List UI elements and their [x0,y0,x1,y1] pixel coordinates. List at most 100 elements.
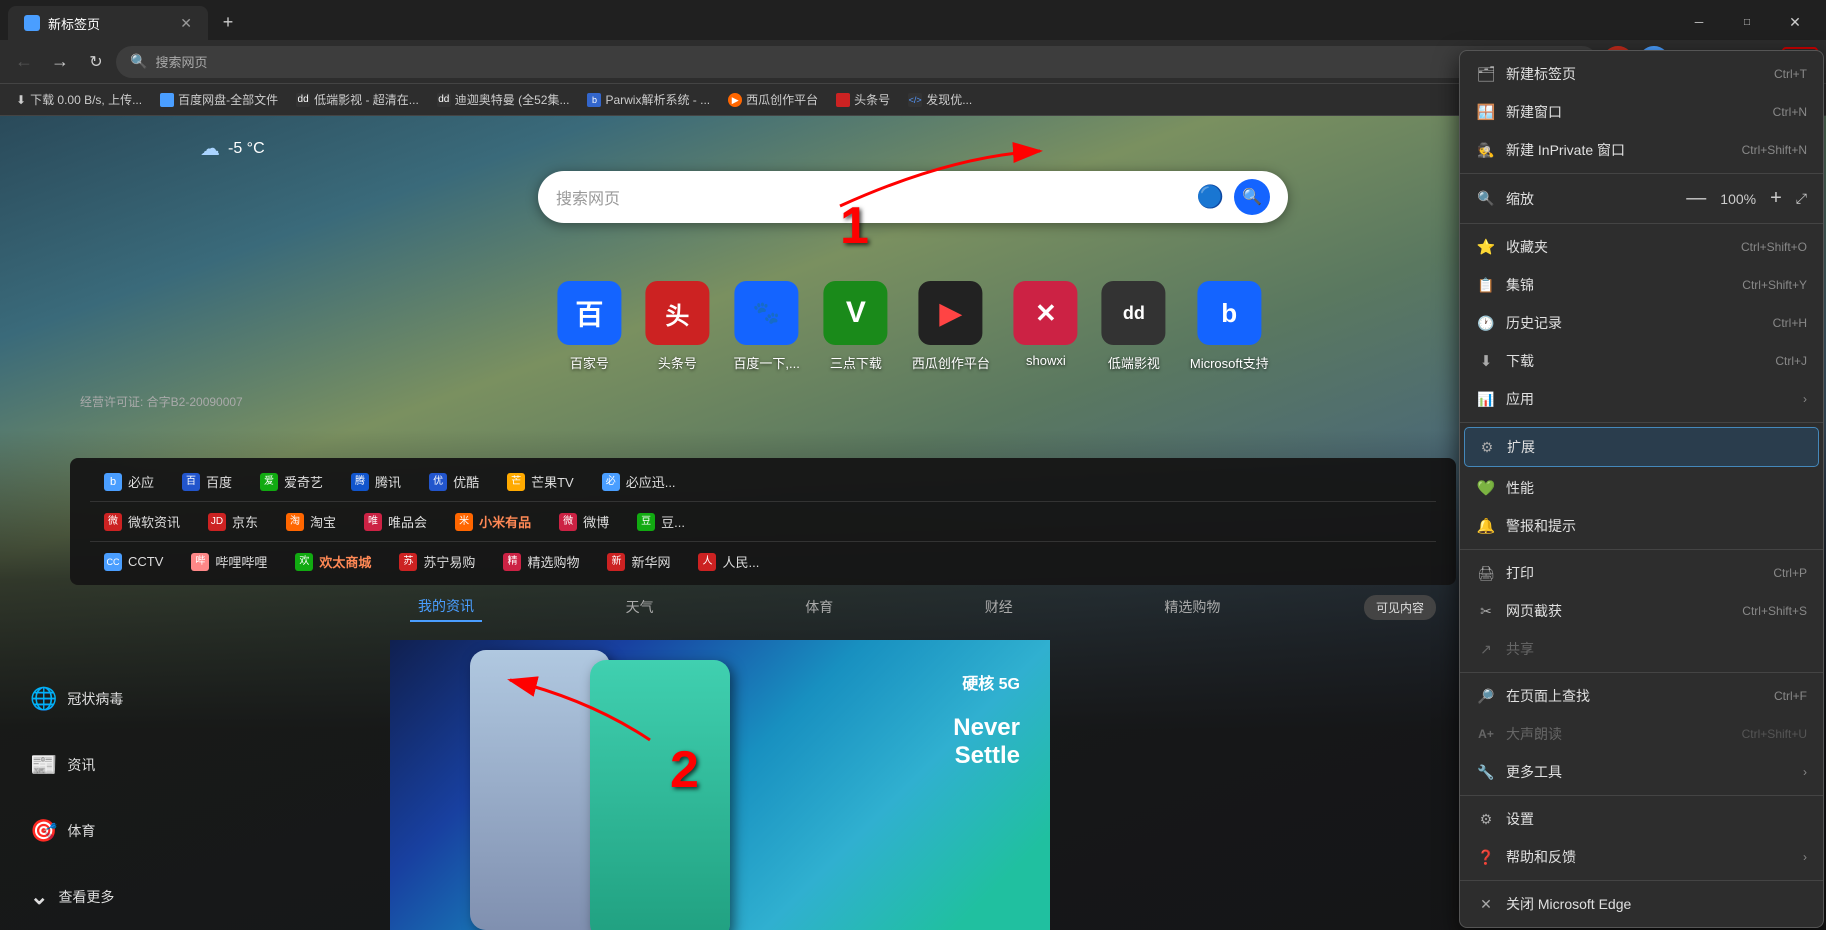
quick-link-lowend[interactable]: dd 低端影视 [1102,281,1166,372]
menu-item-performance[interactable]: 💚 性能 [1460,469,1823,507]
menu-item-newwindow[interactable]: 🪟 新建窗口 Ctrl+N [1460,93,1823,131]
link-baidu2[interactable]: 百 百度 [168,466,246,497]
tab-mynews[interactable]: 我的资讯 [410,592,482,622]
tab-weather[interactable]: 天气 [618,593,662,621]
tab-shopping[interactable]: 精选购物 [1156,593,1228,621]
menu-item-apps[interactable]: 📊 应用 › [1460,380,1823,418]
inprivate-icon: 🕵 [1476,140,1496,160]
link-huanta[interactable]: 欢 欢太商城 [281,546,385,577]
menu-item-share[interactable]: ↗ 共享 [1460,630,1823,668]
link-biyng[interactable]: b 必应 [90,466,168,497]
zoom-minus-button[interactable]: — [1682,187,1710,210]
business-license: 经营许可证: 合字B2-20090007 [80,393,243,410]
maximize-button[interactable]: □ [1724,6,1770,38]
menu-item-collections[interactable]: 📋 集锦 Ctrl+Shift+Y [1460,266,1823,304]
menu-item-downloads[interactable]: ⬇ 下载 Ctrl+J [1460,342,1823,380]
menu-item-favorites[interactable]: ⭐ 收藏夹 Ctrl+Shift+O [1460,228,1823,266]
back-button[interactable]: ← [8,46,40,78]
refresh-button[interactable]: ↻ [80,46,112,78]
divider-1 [1460,173,1823,174]
link-bilibili[interactable]: 哔 哔哩哔哩 [177,546,281,577]
menu-item-extensions[interactable]: ⚙ 扩展 [1464,427,1819,467]
fav-item-7[interactable]: </> 发现优... [900,89,980,110]
tab-sports[interactable]: 体育 [797,593,841,621]
minimize-button[interactable]: ─ [1676,6,1722,38]
menu-item-screenshot[interactable]: ✂ 网页截获 Ctrl+Shift+S [1460,592,1823,630]
quick-link-toutiaohao[interactable]: 头 头条号 [645,281,709,372]
fav-item-5[interactable]: ▶ 西瓜创作平台 [720,89,826,110]
link-suning[interactable]: 苏 苏宁易购 [385,546,489,577]
menu-item-closeedge[interactable]: ✕ 关闭 Microsoft Edge [1460,885,1823,923]
menu-item-history[interactable]: 🕐 历史记录 Ctrl+H [1460,304,1823,342]
quick-link-baidu[interactable]: 🐾 百度一下,... [733,281,799,372]
active-tab[interactable]: 新标签页 ✕ [8,6,208,40]
sidebar-coronavirus[interactable]: 🌐 冠状病毒 [30,686,160,712]
link-jingxuan[interactable]: 精 精选购物 [489,546,593,577]
tab-label: 新标签页 [48,14,100,33]
sidebar-news[interactable]: 📰 资讯 [30,752,160,778]
zoom-label: 缩放 [1506,189,1672,209]
link-xinhua[interactable]: 新 新华网 [593,546,684,577]
menu-item-findinpage[interactable]: 🔎 在页面上查找 Ctrl+F [1460,677,1823,715]
zoom-plus-button[interactable]: + [1766,187,1786,210]
menu-item-inprivate[interactable]: 🕵 新建 InPrivate 窗口 Ctrl+Shift+N [1460,131,1823,169]
address-bar[interactable]: 🔍 搜索网页 ☆ [116,46,1598,78]
menu-item-moretools[interactable]: 🔧 更多工具 › [1460,753,1823,791]
quick-link-sandian[interactable]: V 三点下载 [824,281,888,372]
visible-content-badge[interactable]: 可见内容 [1364,595,1436,620]
link-vip[interactable]: 唯 唯品会 [350,506,441,537]
jingxuan-icon: 精 [503,553,521,571]
fav-item-0[interactable]: ⬇ 下载 0.00 B/s, 上传... [8,89,150,110]
biying-icon: b [104,473,122,491]
link-mango[interactable]: 芒 芒果TV [493,466,588,497]
close-button[interactable]: ✕ [1772,6,1818,38]
link-tencent[interactable]: 腾 腾讯 [337,466,415,497]
forward-button[interactable]: → [44,46,76,78]
new-tab-button[interactable]: + [212,6,244,38]
link-renmin[interactable]: 人 人民... [684,546,773,577]
link-jd[interactable]: JD 京东 [194,506,272,537]
fav-item-3[interactable]: dd 迪迦奥特曼 (全52集... [429,89,578,110]
fav-item-1[interactable]: 百度网盘-全部文件 [152,89,286,110]
menu-item-help[interactable]: ❓ 帮助和反馈 › [1460,838,1823,876]
print-icon: 🖨 [1476,563,1496,583]
menu-item-settings[interactable]: ⚙ 设置 [1460,800,1823,838]
showxi-icon: ✕ [1014,281,1078,345]
quick-link-xigua[interactable]: ▶ 西瓜创作平台 [912,281,990,372]
link-weibo[interactable]: 微 微博 [545,506,623,537]
search-submit-icon[interactable]: 🔍 [1234,179,1270,215]
zoom-expand-button[interactable]: ⤢ [1796,190,1807,207]
menu-item-readaloud[interactable]: A+ 大声朗读 Ctrl+Shift+U [1460,715,1823,753]
link-xiaomi[interactable]: 米 小米有品 [441,506,545,537]
sidebar-sports[interactable]: 🎯 体育 [30,818,160,844]
menu-item-alerts[interactable]: 🔔 警报和提示 [1460,507,1823,545]
showxi-label: showxi [1026,353,1066,368]
newtab-label: 新建标签页 [1506,64,1764,84]
fav-item-6[interactable]: 头条号 [828,89,898,110]
fav-item-4[interactable]: b Parwix解析系统 - ... [579,89,718,110]
zoom-icon: 🔍 [1476,189,1496,209]
findinpage-label: 在页面上查找 [1506,686,1764,706]
readaloud-icon: A+ [1476,724,1496,744]
link-taobao[interactable]: 淘 淘宝 [272,506,350,537]
quick-link-showxi[interactable]: ✕ showxi [1014,281,1078,372]
link-microsoftnews[interactable]: 微 微软资讯 [90,506,194,537]
tab-finance[interactable]: 财经 [977,593,1021,621]
link-biying2[interactable]: 必 必应迅... [588,466,690,497]
fav-item-2[interactable]: dd 低端影视 - 超清在... [288,89,427,110]
youku-icon: 优 [429,473,447,491]
screenshot-icon: ✂ [1476,601,1496,621]
quick-link-microsoft[interactable]: b Microsoft支持 [1190,281,1269,372]
quick-link-baijiahao[interactable]: 百 百家号 [557,281,621,372]
link-douban[interactable]: 豆 豆... [623,506,699,537]
link-iqiyi[interactable]: 爱 爱奇艺 [246,466,337,497]
link-cctv[interactable]: CC CCTV [90,547,177,577]
menu-item-newtab[interactable]: 🗂 新建标签页 Ctrl+T [1460,55,1823,93]
menu-item-print[interactable]: 🖨 打印 Ctrl+P [1460,554,1823,592]
tencent-icon: 腾 [351,473,369,491]
sidebar-more[interactable]: ⌄ 查看更多 [30,884,160,910]
tab-close-icon[interactable]: ✕ [180,15,192,32]
apps-icon: 📊 [1476,389,1496,409]
tab-bar: 新标签页 ✕ + ─ □ ✕ [0,0,1826,40]
link-youku[interactable]: 优 优酷 [415,466,493,497]
